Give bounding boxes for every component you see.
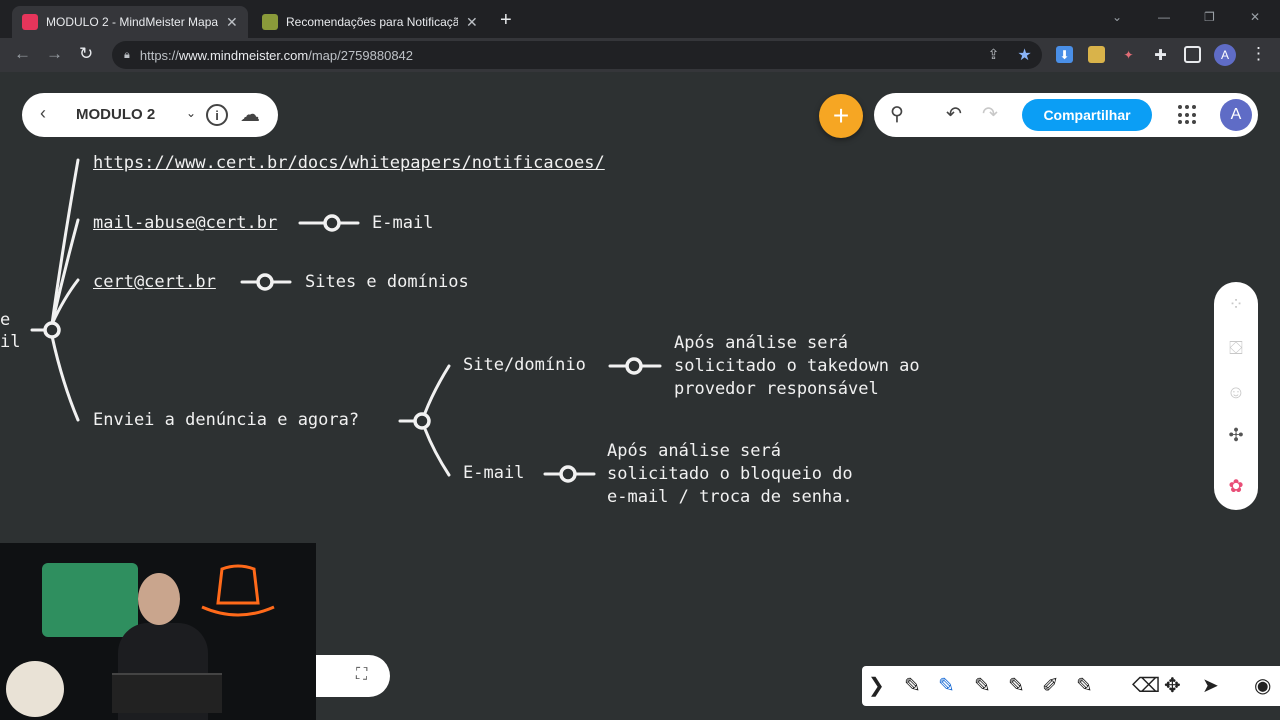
share-page-icon[interactable]: ⇪ <box>985 46 1002 63</box>
close-tab-icon[interactable]: ✕ <box>226 14 238 31</box>
grid-icon[interactable] <box>1178 105 1198 125</box>
tab-title: MODULO 2 - MindMeister Mapa <box>46 15 218 29</box>
root-topic-fragment[interactable]: e <box>0 310 10 330</box>
profile-avatar[interactable]: A <box>1214 44 1236 66</box>
move-icon[interactable]: ✥ <box>1164 673 1181 698</box>
eye-icon[interactable]: ◉ <box>1254 673 1271 698</box>
share-button[interactable]: Compartilhar <box>1022 99 1152 131</box>
browser-toolbar: ← → ↻ 🔒︎ https://www.mindmeister.com/map… <box>0 38 1280 72</box>
color-extension-icon[interactable]: ✦ <box>1120 46 1137 63</box>
pen-icon[interactable]: ✎ <box>904 673 921 698</box>
pen-icon-2[interactable]: ✎ <box>974 673 991 698</box>
annotation-toolbar: ❯ ✎ ✎ ✎ ✎ ✐ ✎ ⌫ ✥ ➤ ◉ <box>862 666 1280 706</box>
reload-icon[interactable]: ↻ <box>79 44 93 64</box>
add-topic-button[interactable]: + <box>819 94 863 138</box>
tab-title: Recomendações para Notificaçã <box>286 15 458 29</box>
forward-arrow-icon[interactable]: → <box>46 44 63 64</box>
info-icon[interactable]: i <box>206 104 228 126</box>
new-tab-icon[interactable]: + <box>500 9 512 32</box>
layout-icon[interactable]: ⁘ <box>1214 294 1258 315</box>
eraser-icon[interactable]: ⌫ <box>1132 673 1160 698</box>
topic-site-dominio[interactable]: Site/domínio <box>463 355 586 375</box>
color-palette-icon[interactable]: ✿ <box>1214 476 1258 497</box>
connections-icon[interactable]: ✣ <box>1214 425 1258 446</box>
chevron-left-icon[interactable]: ‹ <box>40 103 46 124</box>
bookmark-star-icon[interactable]: ★ <box>1016 46 1033 64</box>
chevron-right-icon[interactable]: ❯ <box>868 673 885 698</box>
document-favicon-icon <box>262 14 278 30</box>
tab-recomendacoes[interactable]: Recomendações para Notificaçã ✕ <box>252 6 488 38</box>
map-toolbar: ⚲ ↶ ↷ Compartilhar A <box>874 93 1258 137</box>
map-title[interactable]: MODULO 2 <box>76 106 155 123</box>
pen-icon-4[interactable]: ✎ <box>1076 673 1093 698</box>
address-bar[interactable]: 🔒︎ https://www.mindmeister.com/map/27598… <box>112 41 1042 69</box>
topic-mail-abuse[interactable]: mail-abuse@cert.br <box>93 213 277 233</box>
topic-bloqueio-result[interactable]: Após análise será solicitado o bloqueio … <box>607 440 853 509</box>
close-tab-icon[interactable]: ✕ <box>466 14 478 31</box>
pen-blue-icon[interactable]: ✎ <box>938 673 955 698</box>
download-extension-icon[interactable]: ⬇ <box>1056 46 1073 63</box>
webcam-overlay <box>0 543 316 720</box>
topic-cert-email[interactable]: cert@cert.br <box>93 272 216 292</box>
minimize-icon[interactable]: — <box>1158 10 1170 24</box>
topic-email[interactable]: E-mail <box>372 213 433 233</box>
mask-decoration <box>6 661 64 717</box>
laptop <box>112 673 222 713</box>
root-topic-fragment-2[interactable]: il <box>0 332 20 352</box>
user-avatar[interactable]: A <box>1220 99 1252 131</box>
back-arrow-icon[interactable]: ← <box>14 44 31 64</box>
undo-icon[interactable]: ↶ <box>946 103 962 126</box>
paint-bucket-icon[interactable]: ⛋ <box>1214 338 1258 359</box>
side-panel-icon[interactable] <box>1184 46 1201 63</box>
side-tool-panel: ⁘ ⛋ ☺ ✣ ✿ <box>1214 282 1258 510</box>
pointer-icon[interactable]: ➤ <box>1202 673 1219 698</box>
topic-takedown-result[interactable]: Após análise será solicitado o takedown … <box>674 332 920 401</box>
cloud-download-icon[interactable]: ☁ <box>240 102 260 127</box>
browser-tab-bar: MODULO 2 - MindMeister Mapa ✕ Recomendaç… <box>0 0 1280 38</box>
lock-icon: 🔒︎ <box>124 48 130 61</box>
screen: MODULO 2 - MindMeister Mapa ✕ Recomendaç… <box>0 0 1280 720</box>
restore-icon[interactable]: ❐ <box>1204 10 1215 24</box>
image-extension-icon[interactable] <box>1088 46 1105 63</box>
neon-hat-decoration <box>201 564 275 617</box>
topic-sites-dominios[interactable]: Sites e domínios <box>305 272 469 292</box>
topic-question[interactable]: Enviei a denúncia e agora? <box>93 410 359 430</box>
zoom-controls: ⛶ <box>316 655 390 697</box>
extensions-puzzle-icon[interactable]: ✚ <box>1152 46 1169 64</box>
tab-search-icon[interactable]: ⌄ <box>1112 10 1122 24</box>
topic-whitepaper-link[interactable]: https://www.cert.br/docs/whitepapers/not… <box>93 153 605 173</box>
topic-email-branch[interactable]: E-mail <box>463 463 524 483</box>
map-title-bar: ‹ MODULO 2 ⌄ i ☁ <box>22 93 278 137</box>
mindmeister-favicon-icon <box>22 14 38 30</box>
pen-icon-3[interactable]: ✎ <box>1008 673 1025 698</box>
emoji-icon[interactable]: ☺ <box>1214 382 1258 403</box>
redo-icon[interactable]: ↷ <box>982 103 998 126</box>
close-window-icon[interactable]: ✕ <box>1250 10 1260 24</box>
tab-mindmeister[interactable]: MODULO 2 - MindMeister Mapa ✕ <box>12 6 248 38</box>
browser-menu-icon[interactable]: ⋮ <box>1250 44 1267 64</box>
marker-icon[interactable]: ✐ <box>1042 673 1059 698</box>
chevron-down-icon[interactable]: ⌄ <box>186 106 196 120</box>
address-url: https://www.mindmeister.com/map/27598808… <box>139 47 414 63</box>
search-icon[interactable]: ⚲ <box>890 103 904 126</box>
fit-screen-icon[interactable]: ⛶ <box>356 666 367 684</box>
